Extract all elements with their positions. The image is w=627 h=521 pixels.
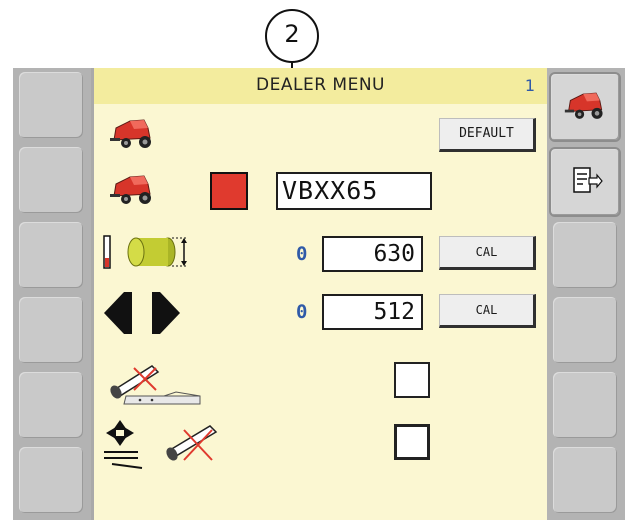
page-number: 1 bbox=[524, 76, 535, 95]
knife-disabled-icon bbox=[110, 365, 201, 405]
menu-title: DEALER MENU bbox=[256, 75, 385, 95]
dealer-menu-panel: DEALER MENU 1 DEFAULT VBXX65 0 630 CAL 0… bbox=[94, 68, 547, 520]
baler-icon bbox=[110, 175, 151, 204]
chamber-arrows-icon bbox=[104, 292, 180, 334]
left-softkey-3[interactable] bbox=[19, 222, 83, 288]
calibrate-button[interactable]: CAL bbox=[439, 236, 536, 270]
right-softkey-5[interactable] bbox=[553, 372, 617, 438]
menu-header: DEALER MENU 1 bbox=[94, 68, 547, 104]
right-softkey-3[interactable] bbox=[553, 222, 617, 288]
exit-menu-softkey[interactable] bbox=[549, 147, 621, 217]
baler-softkey[interactable] bbox=[549, 72, 621, 142]
left-softkey-2[interactable] bbox=[19, 147, 83, 213]
left-softkey-6[interactable] bbox=[19, 447, 83, 513]
right-softkey-column bbox=[547, 68, 625, 520]
right-softkey-4[interactable] bbox=[553, 297, 617, 363]
default-button[interactable]: DEFAULT bbox=[439, 118, 536, 152]
left-softkey-1[interactable] bbox=[19, 72, 83, 138]
calibrate-button[interactable]: CAL bbox=[439, 294, 536, 328]
terminal-screen: DEALER MENU 1 DEFAULT VBXX65 0 630 CAL 0… bbox=[13, 68, 625, 520]
exit-menu-icon bbox=[573, 167, 603, 193]
baler-icon bbox=[110, 119, 151, 148]
bale-diameter-icon bbox=[103, 235, 188, 269]
baler-icon bbox=[564, 92, 603, 119]
left-softkey-5[interactable] bbox=[19, 372, 83, 438]
knife-checkbox[interactable] bbox=[394, 362, 430, 398]
model-field[interactable]: VBXX65 bbox=[276, 172, 432, 210]
callout-label: 2 bbox=[284, 20, 300, 48]
status-indicator: 0 bbox=[296, 243, 308, 265]
chamber-field[interactable]: 512 bbox=[322, 294, 423, 330]
color-swatch[interactable] bbox=[210, 172, 248, 210]
tilt-checkbox[interactable] bbox=[394, 424, 430, 460]
bale-size-field[interactable]: 630 bbox=[322, 236, 423, 272]
left-softkey-column bbox=[13, 68, 91, 520]
status-indicator: 0 bbox=[296, 301, 308, 323]
tilt-disabled-icon bbox=[104, 420, 218, 469]
left-softkey-4[interactable] bbox=[19, 297, 83, 363]
right-softkey-6[interactable] bbox=[553, 447, 617, 513]
